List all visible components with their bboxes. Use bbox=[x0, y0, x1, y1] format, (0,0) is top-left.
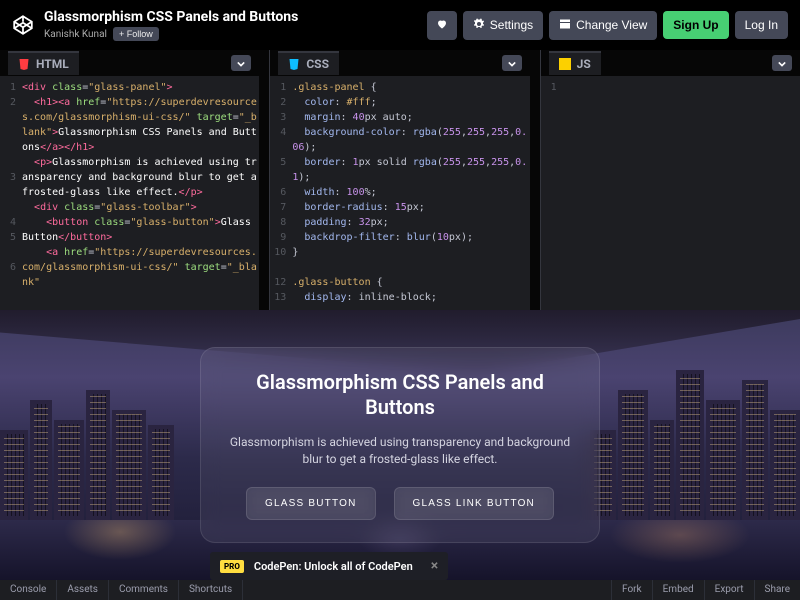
login-button[interactable]: Log In bbox=[735, 11, 788, 39]
tab-css[interactable]: CSS bbox=[278, 51, 339, 75]
js-icon bbox=[559, 58, 571, 70]
footer-left: Console Assets Comments Shortcuts bbox=[0, 580, 243, 600]
pen-title[interactable]: Glassmorphism CSS Panels and Buttons bbox=[44, 9, 298, 25]
editor-html-body[interactable]: 12 3 45 6 <div class="glass-panel"> <h1>… bbox=[0, 76, 259, 310]
love-button[interactable] bbox=[427, 11, 457, 40]
editor-css-options[interactable] bbox=[502, 55, 522, 71]
author-name[interactable]: Kanishk Kunal bbox=[44, 29, 107, 40]
pro-promo-banner[interactable]: PRO CodePen: Unlock all of CodePen × bbox=[210, 552, 448, 580]
tab-js[interactable]: JS bbox=[549, 51, 601, 75]
footer-share[interactable]: Share bbox=[754, 580, 800, 600]
footer-export[interactable]: Export bbox=[704, 580, 754, 600]
tab-js-label: JS bbox=[577, 57, 591, 71]
editor-js-options[interactable] bbox=[772, 55, 792, 71]
js-code[interactable] bbox=[563, 80, 800, 310]
layout-icon bbox=[559, 18, 571, 33]
editor-html-header: HTML bbox=[0, 50, 259, 76]
codepen-logo-icon[interactable] bbox=[12, 14, 34, 36]
html-icon bbox=[18, 58, 30, 70]
preview-pane: Glassmorphism CSS Panels and Buttons Gla… bbox=[0, 310, 800, 580]
pro-badge: PRO bbox=[220, 560, 244, 573]
gutter: 1234 5 678910 1213 bbox=[270, 80, 292, 310]
editor-css: CSS 1234 5 678910 1213 .glass-panel { co… bbox=[269, 50, 529, 310]
top-header: Glassmorphism CSS Panels and Buttons Kan… bbox=[0, 0, 800, 50]
editor-js: JS 1 bbox=[540, 50, 800, 310]
css-icon bbox=[288, 58, 300, 70]
author-row: Kanishk Kunal + Follow bbox=[44, 27, 298, 41]
footer-shortcuts[interactable]: Shortcuts bbox=[179, 580, 243, 600]
editor-js-header: JS bbox=[541, 50, 800, 76]
editor-html-options[interactable] bbox=[231, 55, 251, 71]
glass-panel-title[interactable]: Glassmorphism CSS Panels and Buttons bbox=[229, 370, 571, 420]
chevron-down-icon bbox=[778, 56, 786, 71]
tab-html[interactable]: HTML bbox=[8, 51, 79, 75]
chevron-down-icon bbox=[508, 56, 516, 71]
header-right: Settings Change View Sign Up Log In bbox=[427, 11, 788, 40]
follow-button[interactable]: + Follow bbox=[113, 27, 159, 41]
editor-css-header: CSS bbox=[270, 50, 529, 76]
chevron-down-icon bbox=[237, 56, 245, 71]
css-code[interactable]: .glass-panel { color: #fff; margin: 40px… bbox=[292, 80, 529, 310]
change-view-label: Change View bbox=[576, 18, 647, 32]
close-icon[interactable]: × bbox=[431, 558, 438, 574]
change-view-button[interactable]: Change View bbox=[549, 11, 657, 40]
glass-toolbar: GLASS BUTTON GLASS LINK BUTTON bbox=[229, 487, 571, 520]
skyline-left bbox=[0, 390, 200, 520]
footer-right: Fork Embed Export Share bbox=[611, 580, 800, 600]
glass-link-button[interactable]: GLASS LINK BUTTON bbox=[394, 487, 554, 520]
header-left: Glassmorphism CSS Panels and Buttons Kan… bbox=[12, 9, 298, 41]
editor-css-body[interactable]: 1234 5 678910 1213 .glass-panel { color:… bbox=[270, 76, 529, 310]
footer-fork[interactable]: Fork bbox=[611, 580, 652, 600]
html-code[interactable]: <div class="glass-panel"> <h1><a href="h… bbox=[22, 80, 259, 310]
editor-html: HTML 12 3 45 6 <div class="glass-panel">… bbox=[0, 50, 259, 310]
gutter: 1 bbox=[541, 80, 563, 310]
promo-text: CodePen: Unlock all of CodePen bbox=[254, 560, 413, 573]
heart-icon bbox=[436, 18, 448, 33]
gutter: 12 3 45 6 bbox=[0, 80, 22, 310]
gear-icon bbox=[473, 18, 485, 33]
title-block: Glassmorphism CSS Panels and Buttons Kan… bbox=[44, 9, 298, 41]
glass-panel: Glassmorphism CSS Panels and Buttons Gla… bbox=[200, 347, 600, 544]
glass-button[interactable]: GLASS BUTTON bbox=[246, 487, 375, 520]
footer-console[interactable]: Console bbox=[0, 580, 57, 600]
settings-label: Settings bbox=[490, 18, 533, 32]
signup-button[interactable]: Sign Up bbox=[663, 11, 728, 39]
footer-assets[interactable]: Assets bbox=[57, 580, 109, 600]
footer-comments[interactable]: Comments bbox=[109, 580, 179, 600]
footer-bar: Console Assets Comments Shortcuts Fork E… bbox=[0, 580, 800, 600]
tab-css-label: CSS bbox=[306, 57, 329, 71]
glass-panel-desc: Glassmorphism is achieved using transpar… bbox=[229, 434, 571, 468]
footer-embed[interactable]: Embed bbox=[652, 580, 704, 600]
tab-html-label: HTML bbox=[36, 57, 69, 71]
editor-js-body[interactable]: 1 bbox=[541, 76, 800, 310]
settings-button[interactable]: Settings bbox=[463, 11, 543, 40]
editors-row: HTML 12 3 45 6 <div class="glass-panel">… bbox=[0, 50, 800, 310]
